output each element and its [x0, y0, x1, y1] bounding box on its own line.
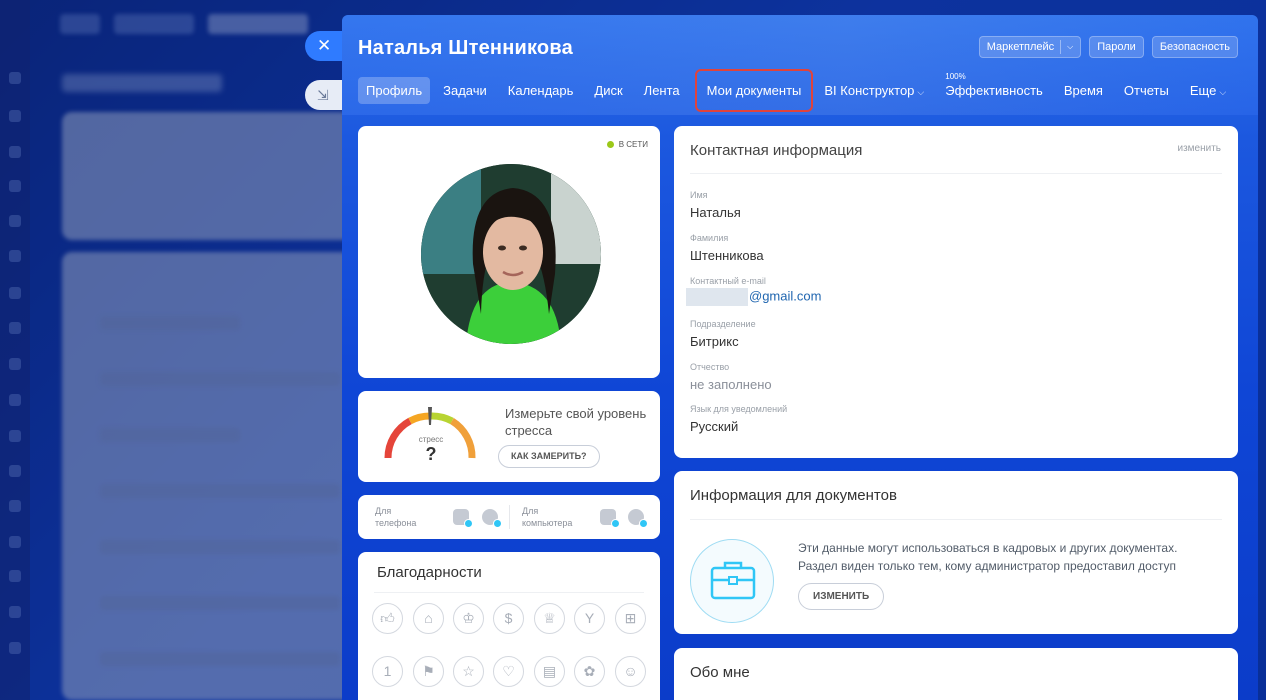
briefcase-icon: [690, 539, 774, 623]
documents-description: Эти данные могут использоваться в кадров…: [798, 541, 1178, 573]
first-name-value: Наталья: [690, 205, 741, 220]
edit-contact-link[interactable]: изменить: [1177, 143, 1221, 154]
thanks-card: Благодарности 👍︎ ⌂ ♔ $ ♕ Y ⊞ 1 ⚑ ☆ ♡ ▤ ✿…: [358, 552, 660, 700]
thanks-title: Благодарности: [377, 564, 482, 581]
number-one-icon[interactable]: 1: [372, 656, 403, 687]
trophy-icon[interactable]: ♔: [453, 603, 484, 634]
measure-stress-button[interactable]: КАК ЗАМЕРИТЬ?: [498, 445, 600, 468]
desktop-apps-label: Для компьютера: [522, 506, 573, 528]
phone-apps-label: Для телефона: [375, 506, 417, 528]
contact-title: Контактная информация: [690, 142, 863, 159]
tab-efficiency[interactable]: 100% Эффективность: [937, 72, 1051, 104]
online-status: в сети: [606, 140, 648, 149]
efficiency-value: 100%: [945, 71, 966, 81]
windows-icon[interactable]: [600, 509, 620, 528]
tab-time[interactable]: Время: [1056, 77, 1111, 104]
avatar-photo: [421, 164, 601, 344]
middle-name-value: не заполнено: [690, 377, 772, 392]
email-value[interactable]: @gmail.com: [686, 288, 821, 306]
field-label: Подразделение: [690, 319, 756, 329]
documents-title: Информация для документов: [690, 487, 897, 504]
tab-profile[interactable]: Профиль: [358, 76, 431, 104]
about-card: Обо мне: [674, 648, 1238, 700]
star-icon[interactable]: ☆: [453, 656, 484, 687]
chevron-down-icon: ⌵: [1067, 42, 1074, 51]
user-name: Наталья Штенникова: [358, 37, 573, 59]
apple-icon[interactable]: [628, 509, 648, 528]
stress-text: Измерьте свой уровень стресса: [505, 406, 647, 438]
tab-more[interactable]: Еще ⌵: [1182, 77, 1234, 104]
crown-icon[interactable]: ♕: [534, 603, 565, 634]
tab-bi-builder[interactable]: BI Конструктор ⌵: [816, 77, 932, 104]
passwords-button[interactable]: Пароли: [1089, 36, 1144, 58]
gauge-label: стресс: [418, 435, 444, 444]
redacted-block: [686, 288, 748, 306]
money-bag-icon[interactable]: $: [493, 603, 524, 634]
gauge-value: ?: [425, 444, 437, 464]
thumbs-up-icon[interactable]: 👍︎: [372, 603, 403, 634]
header-buttons: Маркетплейс ⌵ Пароли Безопасность: [978, 36, 1238, 58]
field-label: Фамилия: [690, 233, 729, 243]
language-value: Русский: [690, 419, 739, 434]
flower-icon[interactable]: ✿: [574, 656, 605, 687]
field-label: Отчество: [690, 362, 730, 372]
marketplace-button[interactable]: Маркетплейс ⌵: [978, 36, 1082, 58]
cocktail-icon[interactable]: Y: [574, 603, 605, 634]
stress-card: стресс ? Измерьте свой уровень стресса К…: [358, 391, 660, 482]
field-label: Имя: [690, 190, 708, 200]
profile-slider: Наталья Штенникова Маркетплейс ⌵ Пароли Б…: [342, 15, 1258, 700]
close-slider-button[interactable]: ✕: [305, 31, 345, 61]
apps-card: Для телефона Для компьютера: [358, 495, 660, 539]
last-name-value: Штенникова: [690, 248, 764, 263]
online-dot-icon: [606, 141, 614, 148]
tab-calendar[interactable]: Календарь: [500, 77, 582, 104]
contact-card: Контактная информация изменить Имя Натал…: [674, 126, 1238, 458]
minimize-icon: ⇲: [317, 87, 329, 103]
tab-my-documents[interactable]: Мои документы: [694, 68, 814, 112]
tab-feed[interactable]: Лента: [636, 77, 688, 104]
chevron-down-icon: ⌵: [1219, 86, 1227, 97]
gift-icon[interactable]: ⌂: [413, 603, 444, 634]
tab-tasks[interactable]: Задачи: [435, 77, 495, 104]
documents-card: Информация для документов Эти данные мог…: [674, 471, 1238, 634]
tab-reports[interactable]: Отчеты: [1116, 77, 1177, 104]
chevron-down-icon: ⌵: [917, 86, 925, 97]
heart-icon[interactable]: ♡: [493, 656, 524, 687]
smile-icon[interactable]: ☺: [615, 656, 646, 687]
security-button[interactable]: Безопасность: [1151, 36, 1238, 58]
avatar[interactable]: [421, 164, 601, 344]
ios-icon[interactable]: [482, 509, 502, 528]
beer-icon[interactable]: ▤: [534, 656, 565, 687]
edit-documents-button[interactable]: ИЗМЕНИТЬ: [798, 583, 885, 610]
close-icon: ✕: [317, 36, 332, 55]
flag-icon[interactable]: ⚑: [413, 656, 444, 687]
field-label: Язык для уведомлений: [690, 404, 788, 414]
field-label: Контактный e-mail: [690, 276, 766, 286]
avatar-card: в сети: [358, 126, 660, 378]
department-value: Битрикс: [690, 334, 739, 349]
profile-tabs: Профиль Задачи Календарь Диск Лента Мои …: [358, 68, 1239, 112]
minimize-slider-button[interactable]: ⇲: [305, 80, 345, 110]
tab-disk[interactable]: Диск: [586, 77, 630, 104]
about-title: Обо мне: [690, 664, 750, 681]
android-icon[interactable]: [453, 509, 473, 528]
cake-icon[interactable]: ⊞: [615, 603, 646, 634]
